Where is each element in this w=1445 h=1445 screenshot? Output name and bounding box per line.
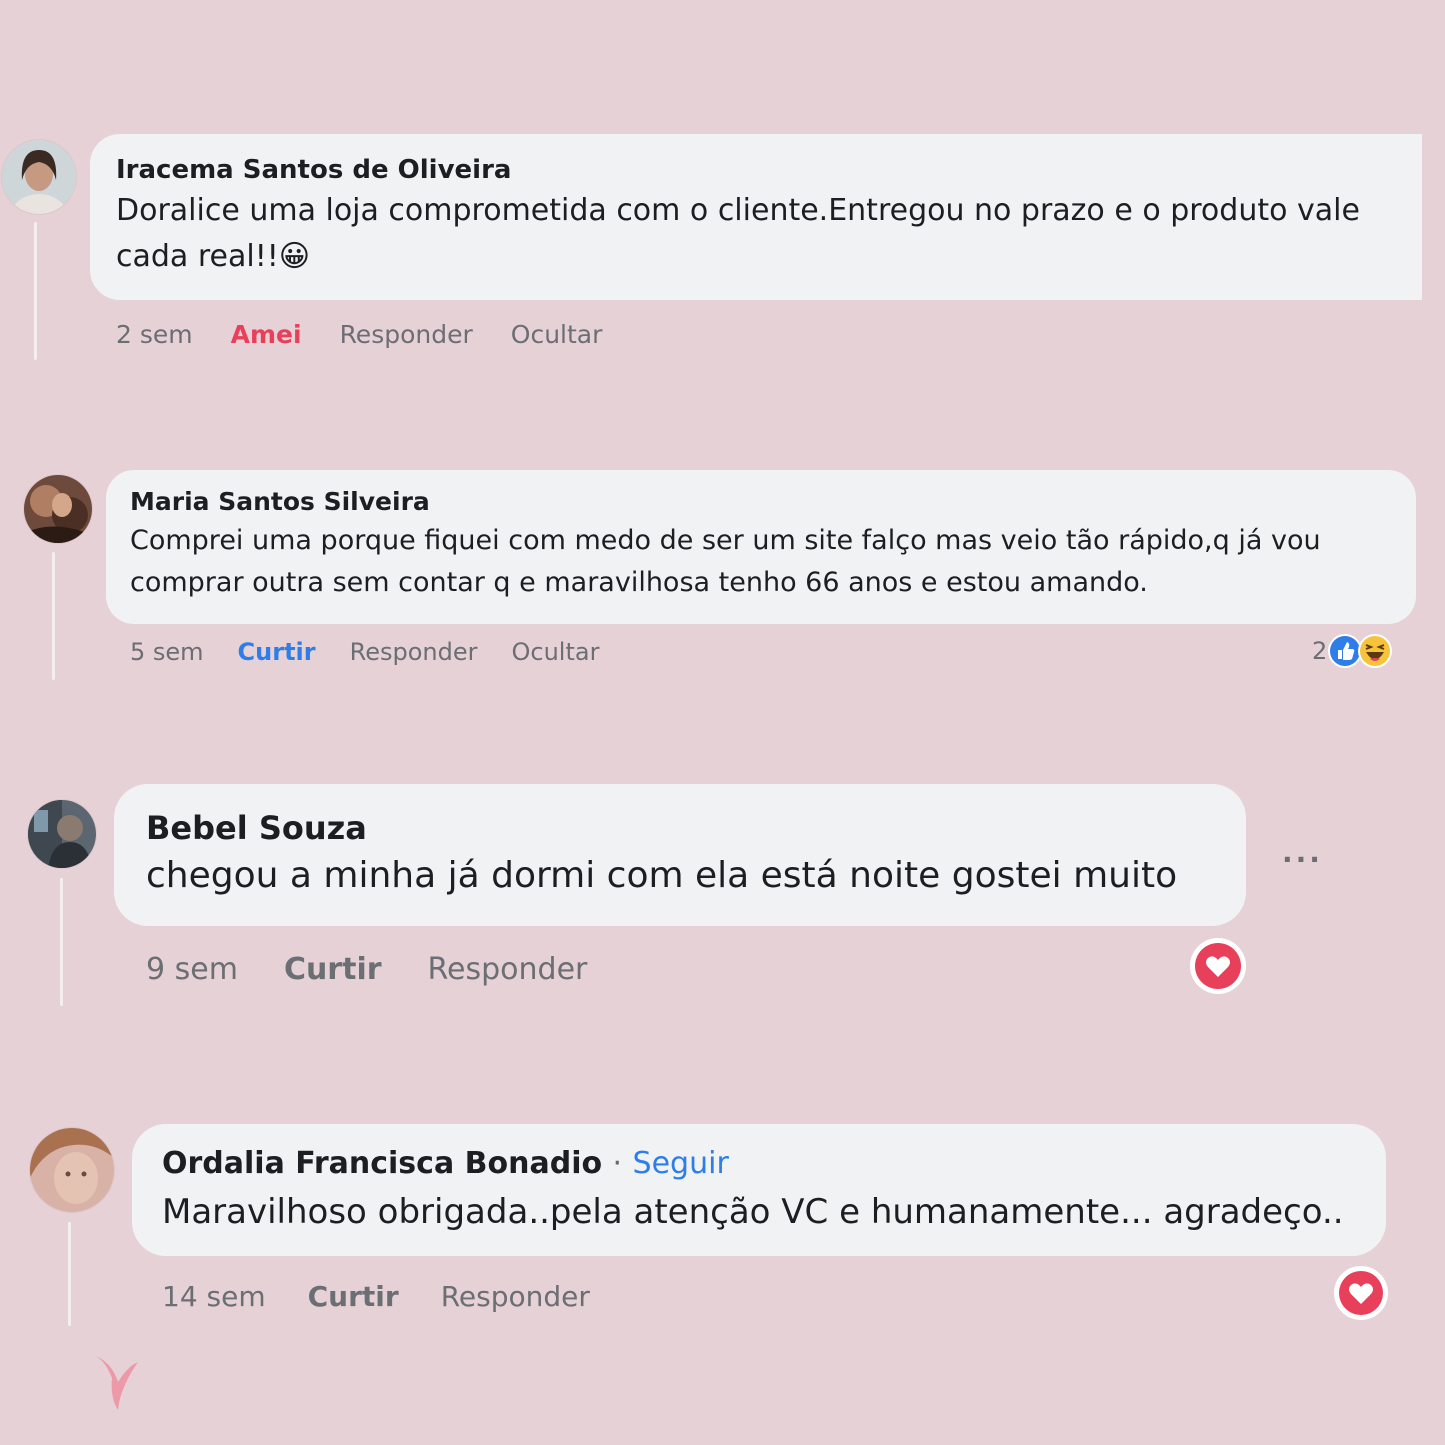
comment-time[interactable]: 9 sem xyxy=(146,952,238,987)
comment-text: chegou a minha já dormi com ela está noi… xyxy=(146,855,1178,896)
comment-bubble: Iracema Santos de Oliveira Doralice uma … xyxy=(90,134,1422,300)
avatar[interactable] xyxy=(2,140,76,214)
comment-bubble: Ordalia Francisca Bonadio · Seguir Marav… xyxy=(132,1124,1386,1256)
comment-text: Doralice uma loja comprometida com o cli… xyxy=(116,188,1406,280)
avatar[interactable] xyxy=(30,1128,114,1212)
reaction-count: 2 xyxy=(1312,637,1328,665)
comment-actions: 2 sem Amei Responder Ocultar xyxy=(116,316,602,352)
like-button[interactable]: Curtir xyxy=(238,638,316,666)
comment-time[interactable]: 2 sem xyxy=(116,320,193,349)
separator: · xyxy=(612,1146,623,1181)
comment-actions: 9 sem Curtir Responder xyxy=(146,948,587,990)
hide-button[interactable]: Ocultar xyxy=(512,638,600,666)
follow-button[interactable]: Seguir xyxy=(633,1146,729,1181)
comment-author-line: Ordalia Francisca Bonadio · Seguir xyxy=(162,1142,1356,1186)
comment-time[interactable]: 5 sem xyxy=(130,638,204,666)
more-options-icon[interactable]: ... xyxy=(1282,836,1323,869)
love-button[interactable]: Amei xyxy=(231,320,302,349)
like-button[interactable]: Curtir xyxy=(308,1280,399,1313)
reaction-summary[interactable]: 2 xyxy=(1312,632,1393,670)
comment-text: Maravilhoso obrigada..pela atenção VC e … xyxy=(162,1192,1344,1232)
watermark-logo-icon xyxy=(88,1348,146,1416)
hide-button[interactable]: Ocultar xyxy=(511,320,603,349)
comment-bubble: Bebel Souza chegou a minha já dormi com … xyxy=(114,784,1246,926)
comment-text: Comprei uma porque fiquei com medo de se… xyxy=(130,525,1321,598)
love-icon[interactable] xyxy=(1334,1266,1388,1320)
like-button[interactable]: Curtir xyxy=(284,952,382,987)
love-icon[interactable] xyxy=(1190,938,1246,994)
comment-author[interactable]: Maria Santos Silveira xyxy=(130,484,1392,520)
reply-button[interactable]: Responder xyxy=(350,638,478,666)
comment-author[interactable]: Ordalia Francisca Bonadio xyxy=(162,1146,602,1181)
reply-button[interactable]: Responder xyxy=(441,1280,590,1313)
comment-actions: 5 sem Curtir Responder Ocultar xyxy=(130,634,599,670)
comment-bubble: Maria Santos Silveira Comprei uma porque… xyxy=(106,470,1416,624)
avatar[interactable] xyxy=(24,475,92,543)
reply-button[interactable]: Responder xyxy=(340,320,473,349)
comment-time[interactable]: 14 sem xyxy=(162,1280,266,1313)
comment-author[interactable]: Iracema Santos de Oliveira xyxy=(116,152,1396,188)
avatar[interactable] xyxy=(28,800,96,868)
comment-actions: 14 sem Curtir Responder xyxy=(162,1276,590,1316)
thread-line xyxy=(68,1222,71,1326)
reply-button[interactable]: Responder xyxy=(428,952,588,987)
grinning-emoji-icon: 😀 xyxy=(278,239,311,274)
thread-line xyxy=(60,878,63,1006)
thread-line xyxy=(52,552,55,680)
thread-line xyxy=(34,222,37,360)
haha-icon xyxy=(1357,633,1393,669)
comment-author[interactable]: Bebel Souza xyxy=(146,806,1214,850)
